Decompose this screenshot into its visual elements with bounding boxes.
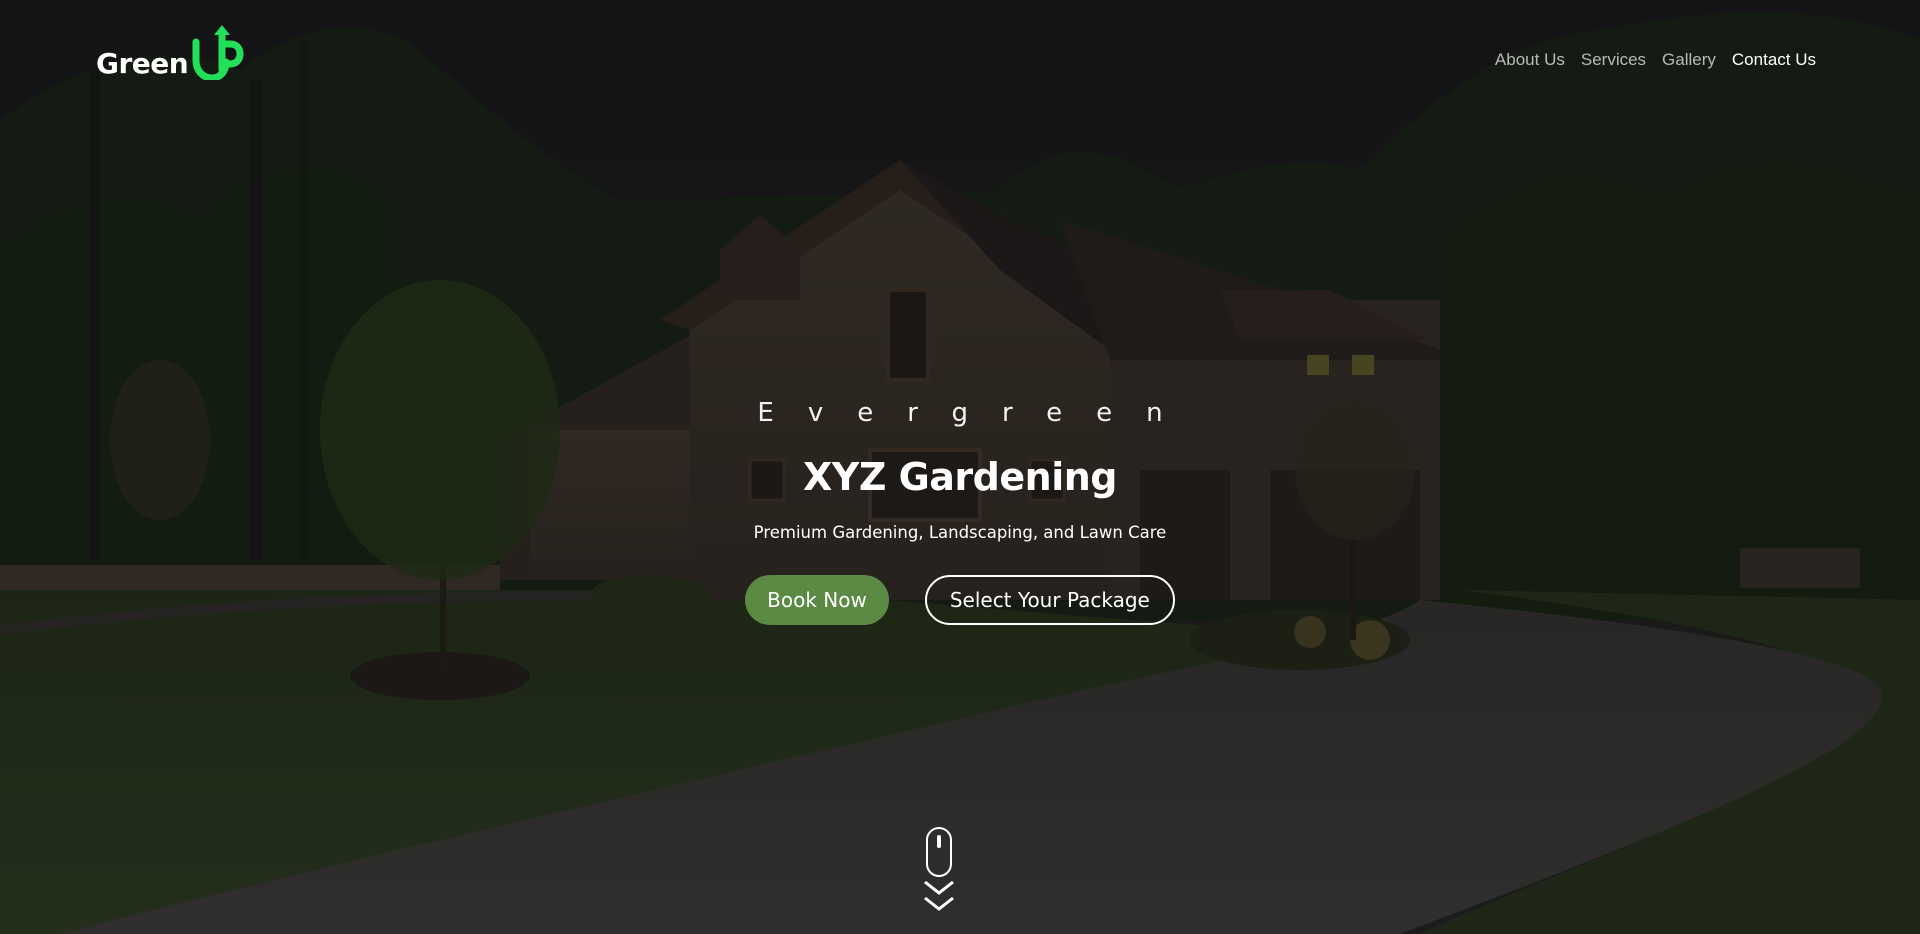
mouse-scroll-icon[interactable] bbox=[922, 826, 956, 920]
hero-eyebrow: Evergreen bbox=[757, 398, 1197, 428]
brand-logo[interactable]: Green bbox=[96, 20, 244, 80]
hero-title: XYZ Gardening bbox=[803, 455, 1117, 499]
nav-services[interactable]: Services bbox=[1581, 50, 1646, 70]
hero-buttons: Book Now Select Your Package bbox=[0, 575, 1920, 625]
book-now-button[interactable]: Book Now bbox=[745, 575, 889, 625]
hero-section: Green About Us Services Gallery Contact … bbox=[0, 0, 1920, 934]
nav-contact-us[interactable]: Contact Us bbox=[1732, 50, 1816, 70]
nav-about-us[interactable]: About Us bbox=[1495, 50, 1565, 70]
select-package-button[interactable]: Select Your Package bbox=[924, 575, 1175, 625]
logo-up-arrow-icon bbox=[192, 25, 244, 80]
logo-text: Green bbox=[96, 47, 189, 80]
hero-subtitle: Premium Gardening, Landscaping, and Lawn… bbox=[753, 523, 1167, 542]
hero-content: Evergreen XYZ Gardening Premium Gardenin… bbox=[0, 395, 1920, 625]
main-navigation: About Us Services Gallery Contact Us bbox=[1495, 50, 1816, 70]
nav-gallery[interactable]: Gallery bbox=[1662, 50, 1716, 70]
